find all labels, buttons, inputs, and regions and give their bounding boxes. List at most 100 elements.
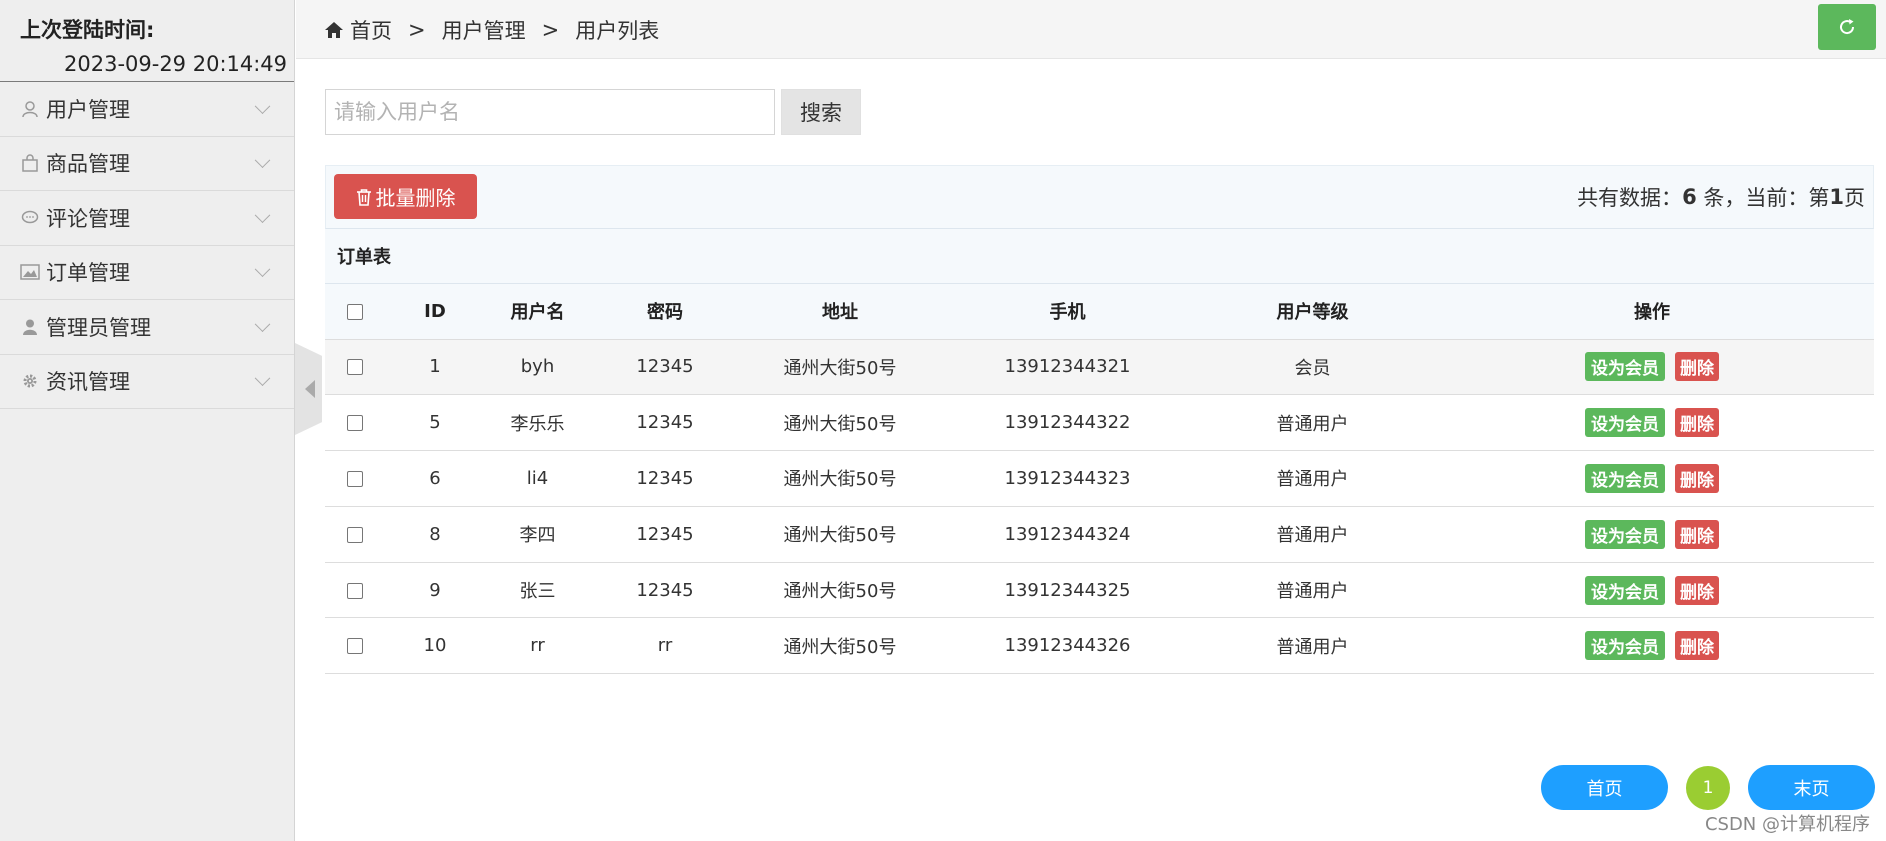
refresh-button[interactable]: [1818, 4, 1876, 50]
top-header: 首页 > 用户管理 > 用户列表: [296, 0, 1886, 59]
cell-address: 通州大街50号: [740, 506, 940, 563]
cell-password: 12345: [590, 394, 740, 452]
admin-icon: [20, 317, 40, 337]
sidebar-item-comment-management[interactable]: 评论管理: [0, 191, 294, 246]
cell-level: 普通用户: [1195, 450, 1430, 507]
delete-button[interactable]: 删除: [1675, 408, 1719, 438]
cell-id: 8: [385, 506, 485, 563]
comment-icon: [20, 208, 40, 228]
delete-button[interactable]: 删除: [1675, 463, 1719, 493]
row-checkbox[interactable]: [347, 415, 363, 432]
pagination-current-page[interactable]: 1: [1686, 766, 1730, 810]
cell-phone: 13912344324: [940, 506, 1195, 563]
table-row: 8 李四 12345 通州大街50号 13912344324 普通用户 设为会员…: [325, 506, 1874, 563]
sidebar-item-product-management[interactable]: 商品管理: [0, 137, 294, 191]
cell-password: 12345: [590, 506, 740, 563]
delete-button[interactable]: 删除: [1675, 575, 1719, 605]
username-search-input[interactable]: [325, 89, 775, 135]
delete-button[interactable]: 删除: [1675, 631, 1719, 661]
shopping-bag-icon: [20, 153, 40, 173]
row-checkbox[interactable]: [347, 582, 363, 599]
last-login-title: 上次登陆时间:: [20, 18, 155, 42]
cell-address: 通州大街50号: [740, 617, 940, 675]
set-member-button[interactable]: 设为会员: [1585, 463, 1665, 493]
stats-count: 6: [1682, 185, 1697, 209]
row-checkbox[interactable]: [347, 470, 363, 487]
gear-icon: [20, 371, 40, 391]
table-row: 6 li4 12345 通州大街50号 13912344323 普通用户 设为会…: [325, 450, 1874, 507]
trash-icon: [356, 188, 372, 206]
sidebar-item-user-management[interactable]: 用户管理: [0, 82, 294, 137]
cell-actions: 设为会员 删除: [1430, 394, 1874, 452]
sidebar-item-label: 评论管理: [46, 206, 130, 231]
breadcrumb-user-management[interactable]: 用户管理: [442, 15, 526, 45]
caret-left-icon: [304, 380, 315, 398]
cell-password: 12345: [590, 339, 740, 396]
cell-address: 通州大街50号: [740, 450, 940, 507]
batch-delete-button[interactable]: 批量删除: [334, 174, 477, 219]
chevron-down-icon: [254, 370, 271, 387]
breadcrumb-user-list: 用户列表: [575, 18, 660, 43]
cell-password: rr: [590, 617, 740, 675]
cell-address: 通州大街50号: [740, 562, 940, 619]
cell-phone: 13912344321: [940, 339, 1195, 396]
chevron-down-icon: [254, 98, 271, 114]
row-checkbox[interactable]: [347, 359, 363, 376]
set-member-button[interactable]: 设为会员: [1585, 575, 1665, 605]
cell-actions: 设为会员 删除: [1430, 562, 1874, 619]
cell-id: 9: [385, 562, 485, 619]
stats-prefix: 共有数据：: [1577, 186, 1683, 210]
sidebar-item-news-management[interactable]: 资讯管理: [0, 355, 294, 409]
delete-button[interactable]: 删除: [1675, 352, 1719, 382]
cell-actions: 设为会员 删除: [1430, 450, 1874, 507]
user-icon: [20, 99, 40, 119]
cell-phone: 13912344323: [940, 450, 1195, 507]
pagination-first-button[interactable]: 首页: [1541, 765, 1668, 810]
cell-phone: 13912344325: [940, 562, 1195, 619]
cell-password: 12345: [590, 450, 740, 507]
cell-password: 12345: [590, 562, 740, 619]
search-button[interactable]: 搜索: [781, 89, 861, 135]
column-header: ID: [385, 284, 485, 340]
cell-username: li4: [485, 450, 590, 507]
column-header: 手机: [940, 284, 1195, 340]
user-table: ID 用户名 密码 地址 手机 用户等级 操作 1 byh 12345 通州大街…: [325, 284, 1874, 675]
cell-id: 1: [385, 339, 485, 396]
stats-page: 1: [1829, 185, 1844, 209]
cell-id: 10: [385, 617, 485, 675]
select-all-cell: [325, 284, 385, 340]
column-header: 用户等级: [1195, 284, 1430, 340]
pagination-last-button[interactable]: 末页: [1748, 765, 1875, 810]
cell-phone: 13912344326: [940, 617, 1195, 675]
cell-level: 普通用户: [1195, 562, 1430, 619]
breadcrumb-home[interactable]: 首页: [350, 15, 392, 45]
set-member-button[interactable]: 设为会员: [1585, 408, 1665, 438]
chevron-down-icon: [254, 152, 271, 169]
breadcrumb: 首页 > 用户管理 > 用户列表: [324, 0, 659, 59]
column-header: 用户名: [485, 284, 590, 340]
delete-button[interactable]: 删除: [1675, 519, 1719, 549]
select-all-checkbox[interactable]: [347, 303, 363, 320]
chevron-down-icon: [254, 207, 271, 223]
set-member-button[interactable]: 设为会员: [1585, 352, 1665, 382]
last-login-time: 2023-09-29 20:14:49: [64, 52, 288, 76]
set-member-button[interactable]: 设为会员: [1585, 519, 1665, 549]
cell-address: 通州大街50号: [740, 394, 940, 452]
data-stats: 共有数据： 6 条，当前：第 1 页: [1577, 166, 1865, 228]
table-toolbar: 批量删除 共有数据： 6 条，当前：第 1 页: [325, 165, 1874, 229]
column-header: 地址: [740, 284, 940, 340]
row-checkbox[interactable]: [347, 526, 363, 543]
row-checkbox[interactable]: [347, 638, 363, 655]
sidebar-item-label: 资讯管理: [46, 370, 130, 395]
cell-username: 李四: [485, 506, 590, 563]
sidebar-item-label: 管理员管理: [46, 315, 151, 340]
sidebar-item-admin-management[interactable]: 管理员管理: [0, 300, 294, 355]
sidebar-collapse-toggle[interactable]: [295, 343, 322, 435]
sidebar-item-order-management[interactable]: 订单管理: [0, 246, 294, 300]
table-header-row: ID 用户名 密码 地址 手机 用户等级 操作: [325, 284, 1874, 340]
sidebar-item-label: 用户管理: [46, 97, 130, 122]
cell-username: 李乐乐: [485, 394, 590, 452]
cell-actions: 设为会员 删除: [1430, 339, 1874, 396]
cell-id: 5: [385, 394, 485, 452]
set-member-button[interactable]: 设为会员: [1585, 631, 1665, 661]
